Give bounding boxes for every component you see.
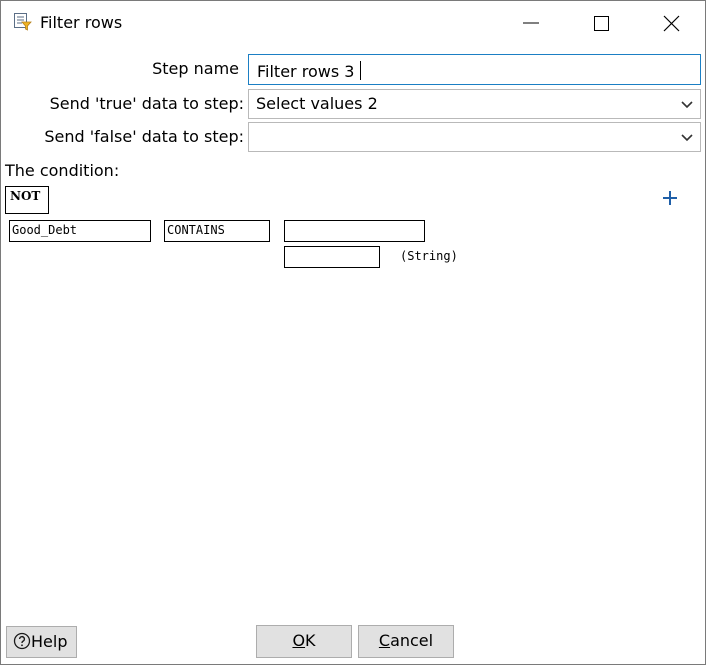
condition-label: The condition:: [5, 161, 120, 180]
minimize-icon: [523, 22, 539, 24]
step-name-value: Filter rows 3: [257, 62, 355, 81]
close-button[interactable]: [648, 1, 694, 45]
condition-field[interactable]: Good_Debt: [9, 220, 151, 242]
maximize-icon: [594, 16, 609, 31]
chevron-down-icon[interactable]: [679, 130, 695, 146]
help-button[interactable]: Help: [6, 626, 77, 658]
ok-mnemonic: O: [292, 631, 306, 650]
cancel-button[interactable]: Cancel: [358, 625, 454, 658]
help-circle-icon: [13, 632, 31, 650]
title-bar[interactable]: Filter rows: [1, 1, 705, 45]
chevron-down-icon[interactable]: [679, 97, 695, 113]
plus-icon[interactable]: [661, 189, 679, 207]
step-name-input[interactable]: Filter rows 3: [248, 54, 701, 85]
text-caret: [360, 61, 362, 80]
true-step-value: Select values 2: [256, 94, 378, 113]
window-title: Filter rows: [40, 13, 123, 32]
help-label: Help: [31, 632, 68, 651]
filter-rows-dialog: Filter rows Step name Filter rows 3 Send…: [0, 0, 706, 665]
ok-button[interactable]: OK: [256, 625, 352, 658]
false-step-dropdown[interactable]: [248, 122, 701, 152]
true-step-label: Send 'true' data to step:: [49, 94, 244, 113]
condition-compare-field[interactable]: [284, 220, 425, 242]
filter-rows-step-icon: [13, 12, 33, 32]
not-toggle[interactable]: NOT: [5, 186, 49, 214]
ok-label: K: [305, 631, 316, 650]
maximize-button[interactable]: [578, 1, 624, 45]
value-type-label: (String): [400, 249, 458, 263]
condition-function[interactable]: CONTAINS: [164, 220, 270, 242]
close-icon: [663, 15, 680, 32]
true-step-dropdown[interactable]: Select values 2: [248, 89, 701, 119]
step-name-label: Step name: [152, 59, 239, 78]
cancel-mnemonic: C: [378, 631, 391, 650]
condition-exact-value[interactable]: [284, 246, 380, 268]
false-step-label: Send 'false' data to step:: [44, 127, 244, 146]
minimize-button[interactable]: [508, 1, 554, 45]
cancel-label: ancel: [390, 631, 434, 650]
